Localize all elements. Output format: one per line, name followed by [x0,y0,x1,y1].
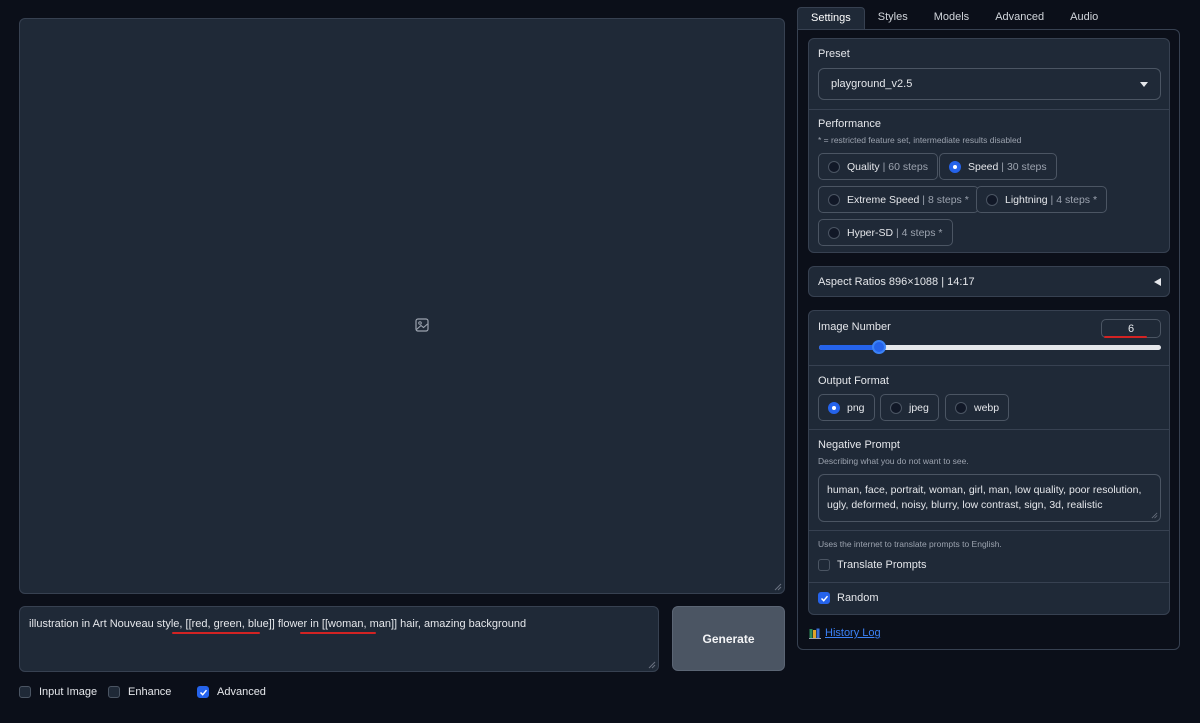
preset-value: playground_v2.5 [831,78,913,90]
radio-icon [828,226,840,239]
performance-lightning-name: Lightning [1005,193,1048,206]
translate-prompts-checkbox[interactable] [818,559,830,571]
format-webp-label: webp [974,401,1000,414]
annotation-underline [172,632,260,634]
performance-extreme-speed-name: Extreme Speed [847,193,920,206]
aspect-ratios-accordion[interactable]: Aspect Ratios 896×1088 | 14:17 [808,266,1170,297]
performance-lightning[interactable]: Lightning | 4 steps * [976,186,1108,213]
radio-selected-icon [828,401,840,414]
radio-icon [890,401,902,414]
prompt-wildcard-colors: [[red, green, blue]] [185,618,275,630]
preset-dropdown[interactable]: playground_v2.5 [818,68,1161,100]
prompt-text-2: flower in [274,618,322,630]
settings-panel: Preset playground_v2.5 Performance * = r… [797,29,1180,650]
resize-handle-icon[interactable] [774,583,782,591]
format-jpeg-label: jpeg [909,401,929,414]
performance-extreme-speed-detail: | 8 steps * [922,193,969,206]
divider [809,109,1169,110]
divider [809,365,1169,366]
tab-advanced[interactable]: Advanced [982,7,1057,30]
annotation-underline [300,632,376,634]
collapse-arrow-icon [1154,278,1161,286]
negative-prompt-note: Describing what you do not want to see. [818,456,969,466]
prompt-input[interactable]: illustration in Art Nouveau style, [[red… [19,606,659,672]
check-icon [199,689,207,696]
tab-models[interactable]: Models [921,7,982,30]
radio-icon [828,160,840,173]
radio-icon [955,401,967,414]
performance-quality-detail: | 60 steps [882,160,928,173]
radio-selected-icon [949,160,961,173]
random-seed-option[interactable]: Random [818,592,879,604]
performance-speed-detail: | 30 steps [1001,160,1047,173]
negative-prompt-value: human, face, portrait, woman, girl, man,… [827,484,1142,511]
image-number-label: Image Number [818,321,891,333]
performance-speed[interactable]: Speed | 30 steps [939,153,1057,180]
prompt-text-3: hair, amazing background [397,618,527,630]
tab-settings[interactable]: Settings [797,7,865,30]
performance-extreme-speed[interactable]: Extreme Speed | 8 steps * [818,186,979,213]
resize-handle-icon[interactable] [1151,512,1158,519]
aspect-ratios-label: Aspect Ratios 896×1088 | 14:17 [818,276,975,288]
performance-lightning-detail: | 4 steps * [1050,193,1098,206]
image-gallery [19,18,785,594]
history-log-link[interactable]: History Log [809,627,881,639]
books-icon [809,628,821,639]
format-jpeg[interactable]: jpeg [880,394,939,421]
performance-quality-name: Quality [847,160,880,173]
format-png-label: png [847,401,865,414]
divider [809,582,1169,583]
performance-hyper-sd-detail: | 4 steps * [896,226,943,239]
performance-hyper-sd-name: Hyper-SD [847,226,894,239]
negative-prompt-input[interactable]: human, face, portrait, woman, girl, man,… [818,474,1161,522]
advanced-label: Advanced [217,686,266,698]
tab-audio[interactable]: Audio [1057,7,1111,30]
advanced-checkbox[interactable] [197,686,209,698]
input-image-checkbox[interactable] [19,686,31,698]
input-image-label: Input Image [39,686,98,698]
preset-label: Preset [818,48,850,60]
tab-styles[interactable]: Styles [865,7,921,30]
radio-icon [986,193,998,206]
generate-button[interactable]: Generate [672,606,785,671]
radio-icon [828,193,840,206]
performance-label: Performance [818,118,881,130]
image-number-slider[interactable] [819,345,1161,350]
divider [809,429,1169,430]
prompt-text-1: illustration in Art Nouveau style, [29,618,186,630]
random-checkbox[interactable] [818,592,830,604]
resize-handle-icon[interactable] [648,661,656,669]
generation-options-block: Image Number 6 Output Format png jpeg we… [808,310,1170,615]
enhance-checkbox[interactable] [108,686,120,698]
divider [809,530,1169,531]
enhance-label: Enhance [128,686,172,698]
preset-performance-block: Preset playground_v2.5 Performance * = r… [808,38,1170,253]
annotation-underline [1104,336,1147,338]
enhance-option[interactable]: Enhance [108,686,171,698]
format-png[interactable]: png [818,394,875,421]
check-icon [820,595,828,602]
performance-note: * = restricted feature set, intermediate… [818,135,1022,145]
history-log-label: History Log [825,627,881,639]
translate-prompts-option[interactable]: Translate Prompts [818,559,926,571]
image-number-value: 6 [1127,322,1135,335]
slider-fill [819,345,880,350]
output-format-label: Output Format [818,375,889,387]
performance-hyper-sd[interactable]: Hyper-SD | 4 steps * [818,219,953,246]
random-label: Random [837,592,879,604]
performance-quality[interactable]: Quality | 60 steps [818,153,938,180]
translate-prompts-label: Translate Prompts [837,559,927,571]
performance-speed-name: Speed [968,160,999,173]
caret-down-icon [1140,81,1148,87]
image-placeholder-icon [415,318,429,332]
format-webp[interactable]: webp [945,394,1010,421]
negative-prompt-label: Negative Prompt [818,439,900,451]
translate-note: Uses the internet to translate prompts t… [818,539,1002,549]
prompt-wildcard-subject: [[woman, man]] [321,618,398,630]
advanced-option[interactable]: Advanced [197,686,266,698]
slider-thumb[interactable] [872,340,887,354]
input-image-option[interactable]: Input Image [19,686,97,698]
settings-tabs: Settings Styles Models Advanced Audio [797,7,1111,30]
